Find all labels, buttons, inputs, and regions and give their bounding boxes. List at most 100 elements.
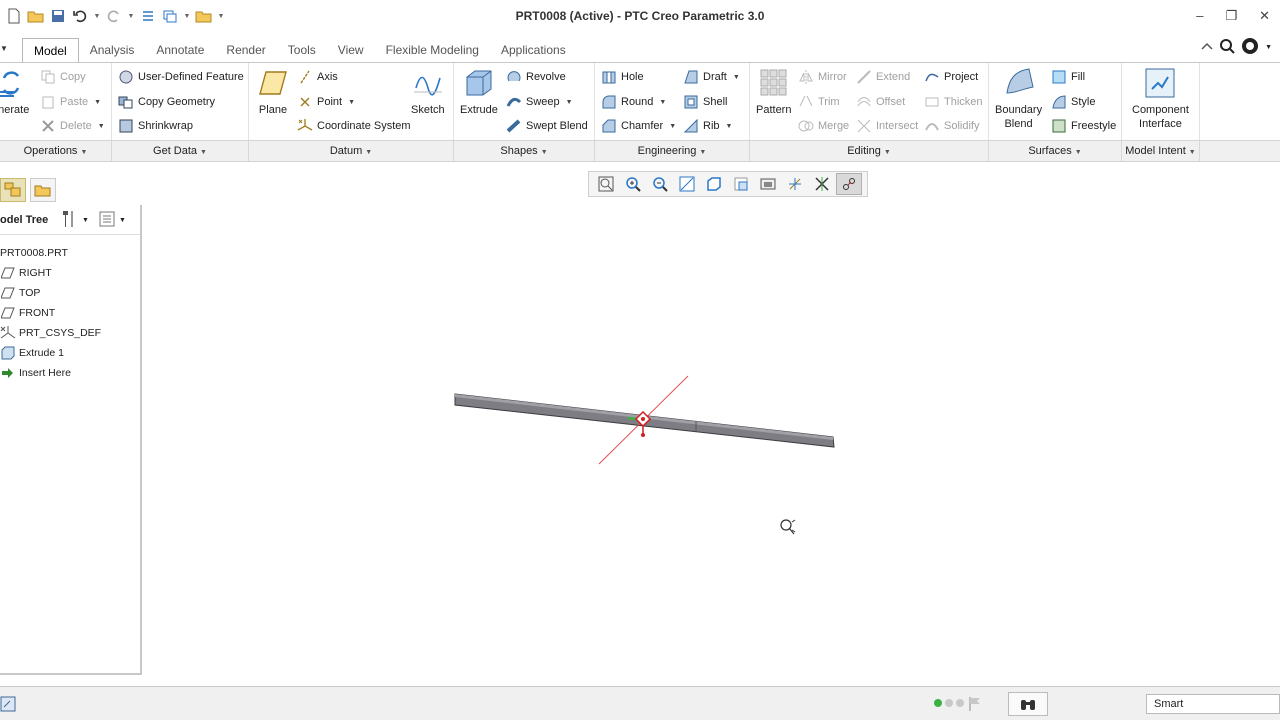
tab-view[interactable]: View: [327, 38, 375, 62]
copy-geometry-button[interactable]: Copy Geometry: [118, 92, 215, 112]
paste-button[interactable]: Paste ▼: [40, 92, 101, 112]
help-dropdown-icon[interactable]: ▼: [1265, 44, 1272, 51]
tree-item-part[interactable]: PRT0008.PRT: [0, 243, 140, 263]
shrinkwrap-button[interactable]: Shrinkwrap: [118, 116, 193, 136]
thicken-icon: [924, 94, 940, 110]
saved-orientations-icon[interactable]: [728, 173, 754, 195]
pattern-button[interactable]: Pattern: [756, 67, 791, 117]
merge-button[interactable]: Merge: [798, 116, 849, 136]
sweep-button[interactable]: Sweep ▼: [506, 92, 573, 112]
folder-browser-tab-button[interactable]: [30, 178, 56, 202]
search-icon[interactable]: [1219, 38, 1235, 57]
intersect-button[interactable]: Intersect: [856, 116, 918, 136]
refit-icon[interactable]: [593, 173, 619, 195]
revolve-button[interactable]: Revolve: [506, 67, 566, 87]
user-defined-feature-button[interactable]: User-Defined Feature: [118, 67, 244, 87]
datum-display-filters-icon[interactable]: [782, 173, 808, 195]
close-icon[interactable]: ✕: [1259, 8, 1270, 24]
engineering-group-label[interactable]: Engineering ▼: [595, 141, 750, 161]
shapes-group-label[interactable]: Shapes ▼: [454, 141, 595, 161]
selection-filter-select[interactable]: Smart: [1146, 694, 1280, 714]
draft-button[interactable]: Draft ▼: [683, 67, 740, 87]
tree-settings-dropdown-icon[interactable]: ▼: [82, 217, 89, 224]
style-button[interactable]: Style: [1051, 92, 1095, 112]
tab-analysis[interactable]: Analysis: [79, 38, 146, 62]
mirror-button[interactable]: Mirror: [798, 67, 847, 87]
maximize-icon[interactable]: ❐: [1225, 8, 1237, 24]
tree-item-top[interactable]: TOP: [0, 283, 140, 303]
view-manager-icon[interactable]: [755, 173, 781, 195]
copy-button[interactable]: Copy: [40, 67, 86, 87]
model-tree-tab-button[interactable]: [0, 178, 26, 202]
offset-button[interactable]: Offset: [856, 92, 905, 112]
file-menu-arrow-icon[interactable]: ▼: [0, 44, 8, 53]
delete-button[interactable]: Delete ▼: [40, 116, 105, 136]
coordinate-system-button[interactable]: Coordinate System: [297, 116, 411, 136]
show-list-icon[interactable]: [99, 211, 115, 230]
solidify-button[interactable]: Solidify: [924, 116, 979, 136]
project-icon: [924, 69, 940, 85]
chamfer-button[interactable]: Chamfer ▼: [601, 116, 676, 136]
model-tree-panel: odel Tree ▼ ▼ PRT0008.PRT RIGHT TOP FRON…: [0, 205, 142, 675]
datum-group-label[interactable]: Datum ▼: [249, 141, 454, 161]
regenerate-button[interactable]: enerate: [0, 67, 29, 117]
swept-blend-button[interactable]: Swept Blend: [506, 116, 588, 136]
tree-item-front[interactable]: FRONT: [0, 303, 140, 323]
trim-button[interactable]: Trim: [798, 92, 840, 112]
tab-applications[interactable]: Applications: [490, 38, 577, 62]
tab-model[interactable]: Model: [22, 38, 79, 63]
surfaces-group-label[interactable]: Surfaces ▼: [989, 141, 1122, 161]
message-log-icon[interactable]: [0, 695, 18, 713]
copy-geometry-icon: [118, 94, 134, 110]
model-intent-group-label[interactable]: Model Intent ▼: [1122, 141, 1200, 161]
extend-button[interactable]: Extend: [856, 67, 910, 87]
show-dropdown-icon[interactable]: ▼: [119, 217, 126, 224]
extend-icon: [856, 69, 872, 85]
tree-item-right[interactable]: RIGHT: [0, 263, 140, 283]
plane-button[interactable]: Plane: [257, 67, 289, 117]
shell-icon: [683, 94, 699, 110]
collapse-ribbon-icon[interactable]: [1201, 41, 1213, 54]
editing-group-label[interactable]: Editing ▼: [750, 141, 989, 161]
spin-cursor-icon: [780, 519, 796, 535]
project-button[interactable]: Project: [924, 67, 978, 87]
zoom-out-icon[interactable]: [647, 173, 673, 195]
minimize-icon[interactable]: –: [1196, 8, 1203, 24]
tree-settings-icon[interactable]: [60, 209, 78, 232]
hole-button[interactable]: Hole: [601, 67, 644, 87]
flag-icon[interactable]: [968, 696, 982, 715]
operations-group-label[interactable]: Operations ▼: [0, 141, 112, 161]
tab-tools[interactable]: Tools: [277, 38, 327, 62]
repaint-icon[interactable]: [674, 173, 700, 195]
get-data-group-label[interactable]: Get Data ▼: [112, 141, 249, 161]
boundary-blend-button[interactable]: Boundary Blend: [995, 67, 1042, 131]
tree-item-csys[interactable]: PRT_CSYS_DEF: [0, 323, 140, 343]
fill-button[interactable]: Fill: [1051, 67, 1085, 87]
extrude-button[interactable]: Extrude: [460, 67, 498, 117]
tab-annotate[interactable]: Annotate: [145, 38, 215, 62]
help-icon[interactable]: [1241, 37, 1259, 58]
regeneration-status: [934, 699, 964, 707]
thicken-button[interactable]: Thicken: [924, 92, 983, 112]
point-button[interactable]: Point ▼: [297, 92, 355, 112]
sketch-button[interactable]: Sketch: [411, 67, 445, 117]
tab-flexible-modeling[interactable]: Flexible Modeling: [375, 38, 490, 62]
component-interface-button[interactable]: Component Interface: [1132, 67, 1189, 131]
tree-item-insert-here[interactable]: Insert Here: [0, 363, 140, 383]
coordinate-system-marker[interactable]: [627, 410, 652, 437]
display-style-icon[interactable]: [701, 173, 727, 195]
annotation-display-icon[interactable]: [836, 173, 862, 195]
find-binoculars-button[interactable]: [1008, 692, 1048, 716]
rib-button[interactable]: Rib ▼: [683, 116, 732, 136]
spin-center-icon[interactable]: [809, 173, 835, 195]
round-button[interactable]: Round ▼: [601, 92, 666, 112]
tree-item-extrude[interactable]: Extrude 1: [0, 343, 140, 363]
zoom-in-icon[interactable]: [620, 173, 646, 195]
tab-render[interactable]: Render: [215, 38, 276, 62]
shell-button[interactable]: Shell: [683, 92, 727, 112]
extruded-part[interactable]: [454, 393, 835, 448]
status-bar: Smart: [0, 686, 1280, 720]
freestyle-button[interactable]: Freestyle: [1051, 116, 1116, 136]
pattern-icon: [758, 67, 790, 99]
axis-button[interactable]: Axis: [297, 67, 338, 87]
